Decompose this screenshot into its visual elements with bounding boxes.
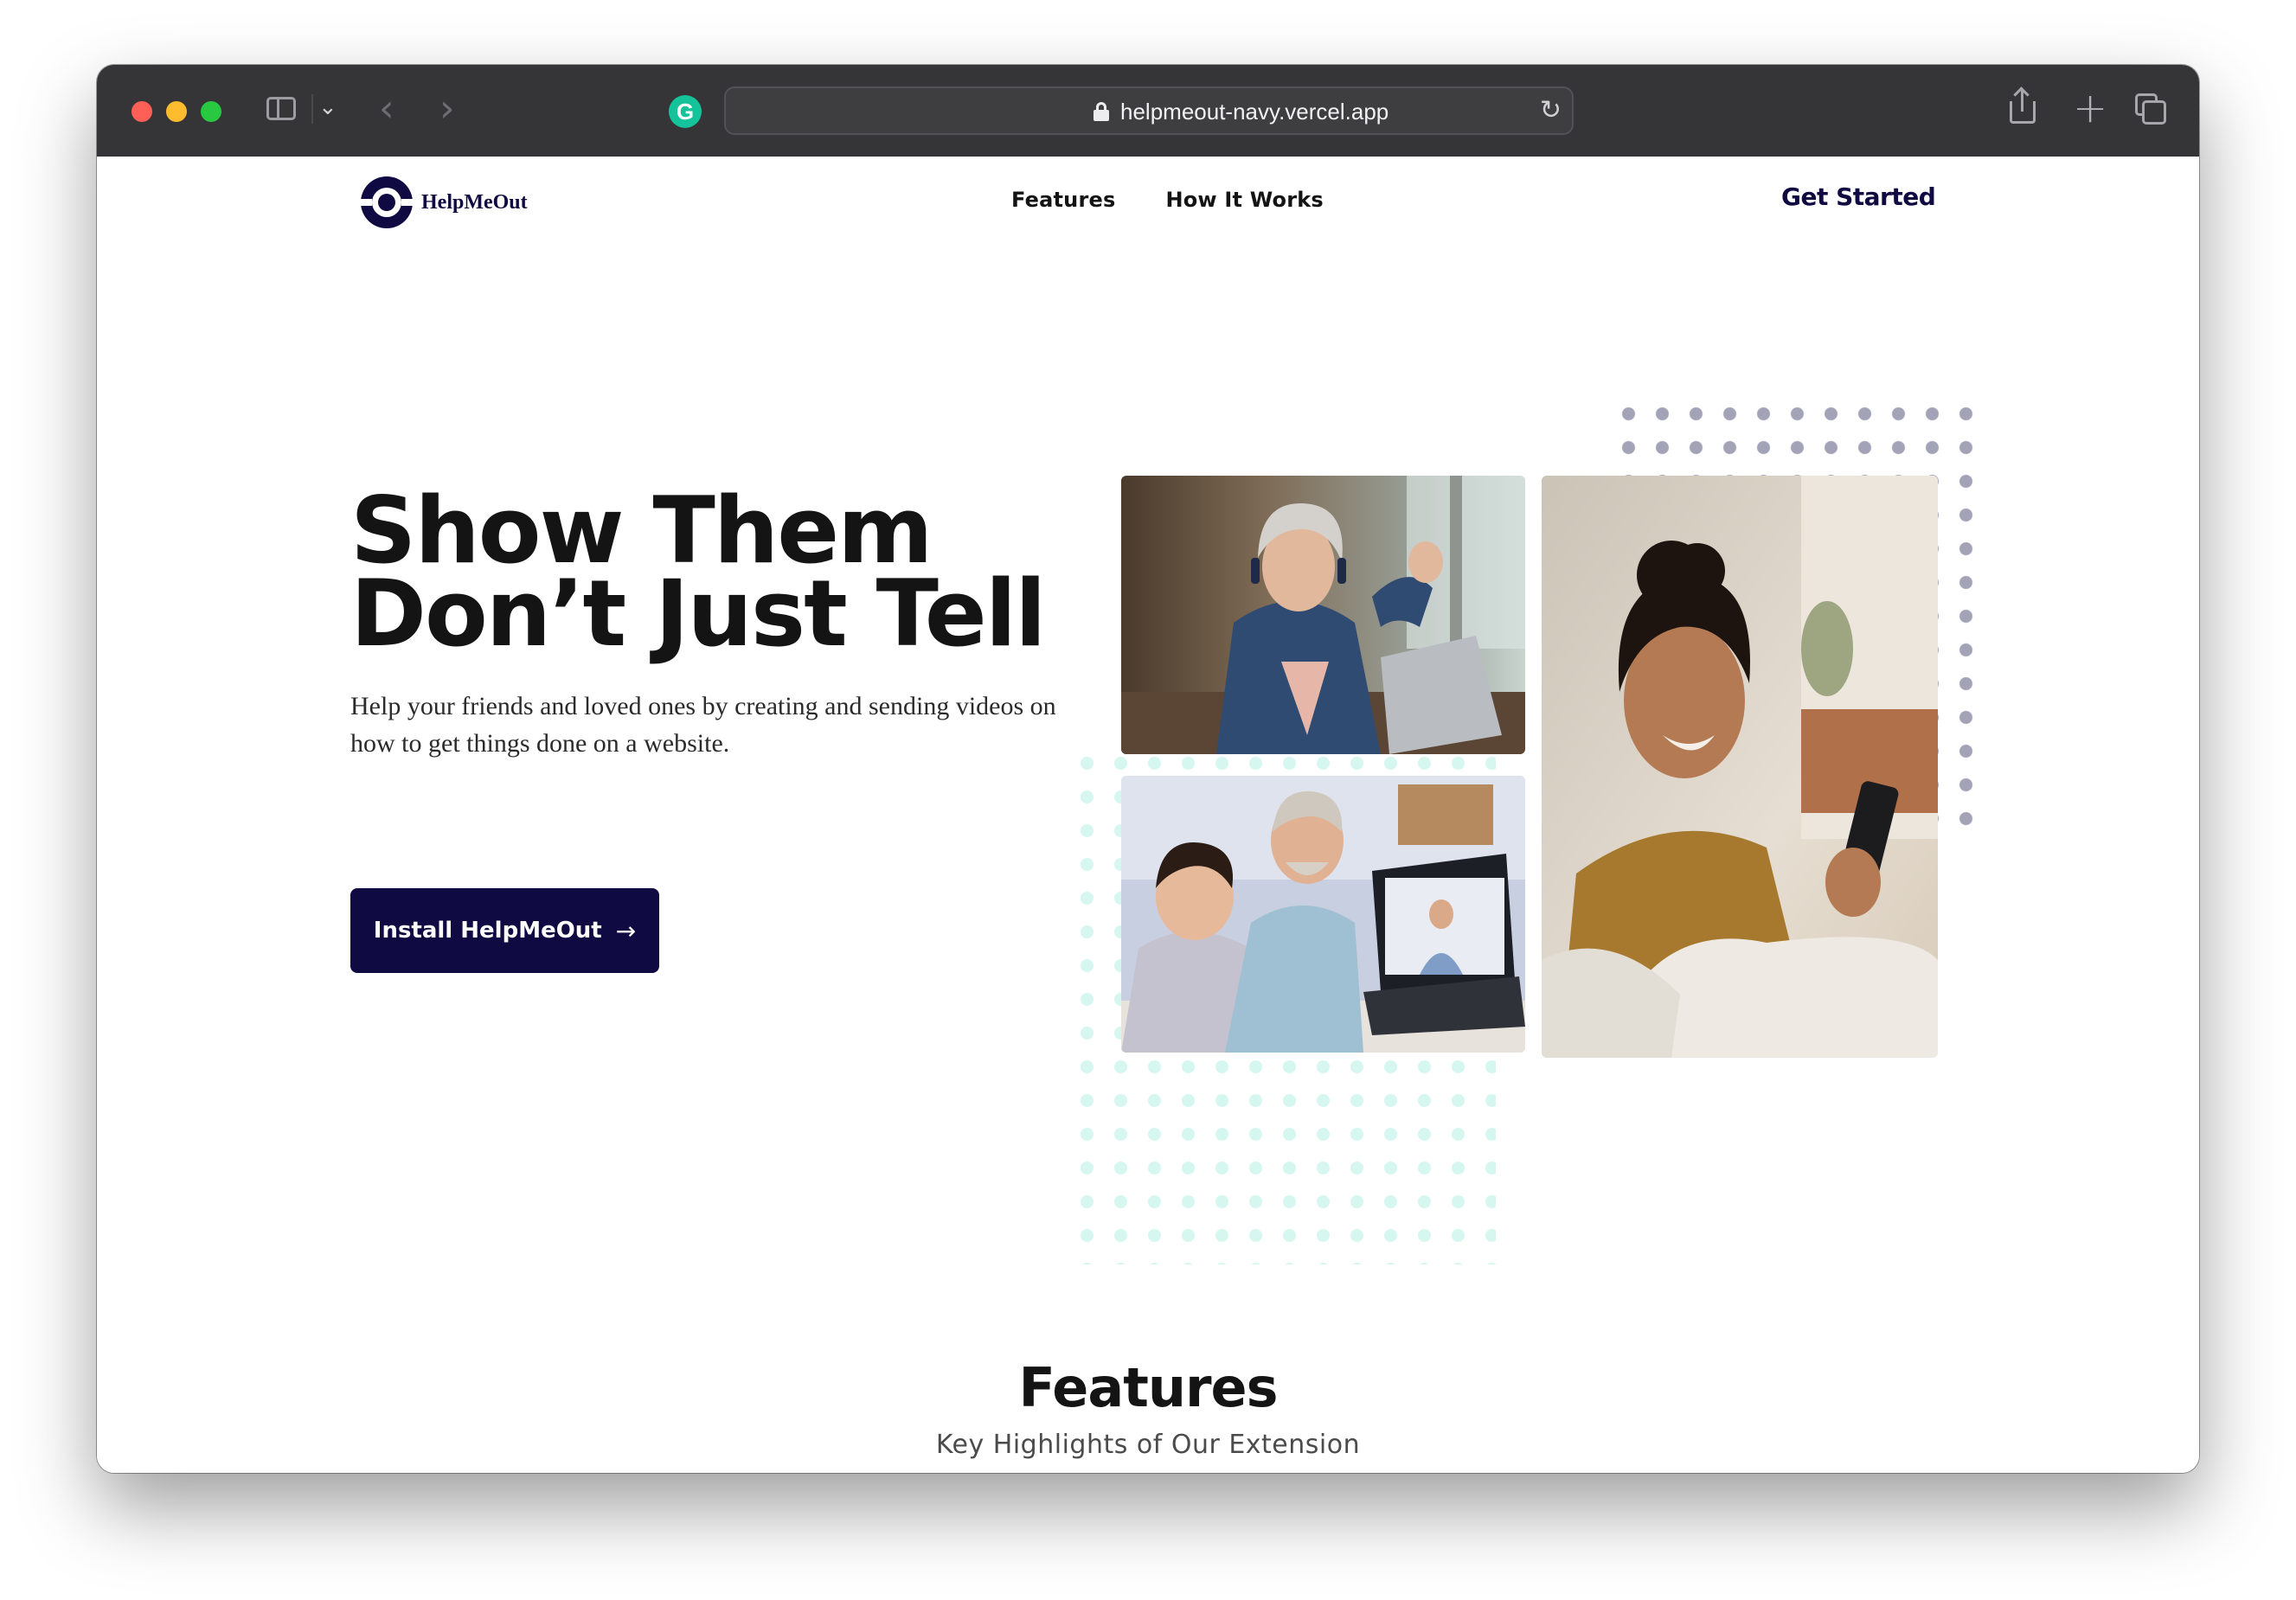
toolbar-divider [311, 94, 313, 124]
sidebar-toggle-icon[interactable] [266, 97, 296, 120]
site-navbar: HelpMeOut Features How It Works Get Star… [97, 157, 2199, 243]
helpmeout-logo-icon [360, 176, 414, 228]
nav-links: Features How It Works [1011, 188, 1324, 212]
tab-overview-icon[interactable] [2135, 93, 2166, 125]
address-bar[interactable]: helpmeout-navy.vercel.app ↻ [724, 86, 1574, 135]
minimize-window-button[interactable] [166, 101, 187, 122]
lock-icon [1093, 102, 1109, 121]
get-started-link[interactable]: Get Started [1781, 182, 1936, 211]
smiling-woman-with-phone-photo [1542, 476, 1938, 1058]
hero-subtitle: Help your friends and loved ones by crea… [350, 692, 1056, 758]
nav-link-how-it-works[interactable]: How It Works [1165, 188, 1323, 212]
browser-toolbar: ⌄ ‹ › G helpmeout-navy.vercel.app ↻ + [97, 65, 2199, 157]
install-helpmeout-button[interactable]: Install HelpMeOut → [350, 888, 659, 973]
share-icon[interactable] [2010, 86, 2036, 124]
chevron-right-icon[interactable]: › [439, 87, 455, 131]
close-window-button[interactable] [131, 101, 152, 122]
plus-icon[interactable]: + [2073, 84, 2107, 132]
man-and-boy-video-call-photo [1121, 776, 1525, 1053]
chevron-down-icon[interactable]: ⌄ [318, 94, 337, 120]
hero-title-line-2: Don’t Just Tell [350, 560, 1046, 667]
site-logo-link[interactable]: HelpMeOut [360, 176, 528, 229]
install-button-label: Install HelpMeOut [373, 918, 602, 944]
logo-text: HelpMeOut [421, 190, 528, 214]
web-page: HelpMeOut Features How It Works Get Star… [97, 157, 2199, 1473]
url-text: helpmeout-navy.vercel.app [1120, 99, 1389, 125]
grammarly-icon[interactable]: G [669, 95, 702, 128]
reload-icon[interactable]: ↻ [1540, 95, 1562, 125]
browser-window: ⌄ ‹ › G helpmeout-navy.vercel.app ↻ + He… [97, 65, 2199, 1473]
features-section-title: Features [1018, 1356, 1278, 1419]
woman-with-headphones-at-laptop-photo [1121, 476, 1525, 754]
arrow-right-icon: → [615, 916, 637, 945]
nav-link-features[interactable]: Features [1011, 188, 1115, 212]
hero-title: Show Them Don’t Just Tell [350, 485, 1046, 667]
chevron-left-icon[interactable]: ‹ [379, 87, 394, 131]
zoom-window-button[interactable] [201, 101, 221, 122]
features-section-subtitle: Key Highlights of Our Extension [935, 1430, 1361, 1460]
